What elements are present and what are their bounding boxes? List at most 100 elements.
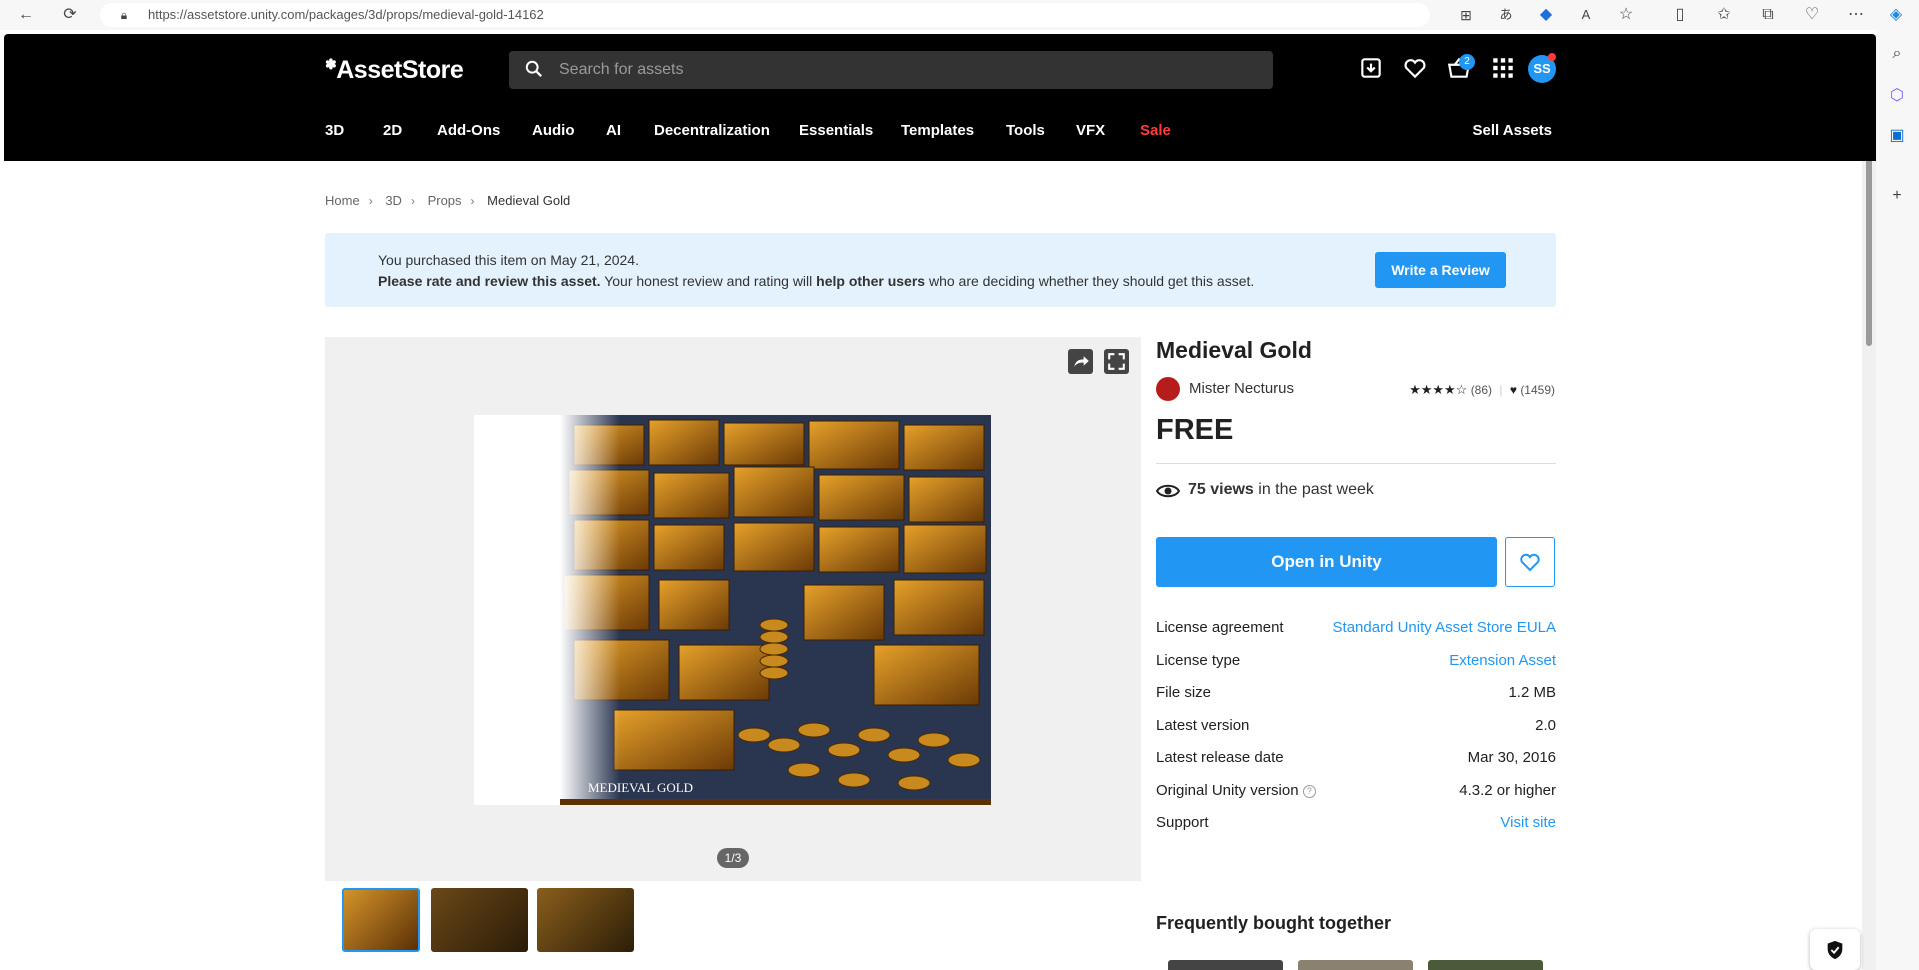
- favorites-icon[interactable]: ✩: [1714, 5, 1734, 25]
- more-menu-icon[interactable]: ⋯: [1846, 5, 1866, 25]
- nav-audio[interactable]: Audio: [532, 122, 575, 139]
- thumbnail-3[interactable]: [537, 888, 634, 952]
- search-icon: [525, 60, 542, 77]
- product-title: Medieval Gold: [1156, 337, 1312, 363]
- detail-label: License type: [1156, 652, 1241, 669]
- breadcrumb-props[interactable]: Props: [428, 193, 462, 208]
- address-bar[interactable]: 🔒︎ https://assetstore.unity.com/packages…: [100, 3, 1430, 27]
- search-input[interactable]: [559, 51, 1259, 89]
- lock-icon: 🔒︎: [120, 8, 128, 22]
- review-prompt: Please rate and review this asset. Your …: [378, 273, 1254, 289]
- add-to-favorites-button[interactable]: [1505, 537, 1555, 587]
- logo-text: AssetStore: [336, 56, 464, 84]
- cart-count-badge: 2: [1459, 54, 1475, 70]
- download-icon[interactable]: [1358, 55, 1384, 81]
- weekly-views: 75 views in the past week: [1188, 481, 1374, 499]
- bundle-item-1[interactable]: [1168, 960, 1283, 970]
- coupon-icon[interactable]: ◆: [1536, 5, 1556, 25]
- nav-ai[interactable]: AI: [606, 122, 621, 139]
- extension-icon[interactable]: ⬡: [1887, 86, 1907, 106]
- nav-add-ons[interactable]: Add-Ons: [437, 122, 500, 139]
- license-type-link[interactable]: Extension Asset: [1449, 652, 1556, 669]
- favorite-star-icon[interactable]: ☆: [1616, 5, 1636, 25]
- heart-icon[interactable]: [1402, 55, 1428, 81]
- detail-row-license-agreement: License agreement Standard Unity Asset St…: [1156, 619, 1556, 641]
- translate-icon[interactable]: あ: [1496, 5, 1516, 25]
- open-in-unity-button[interactable]: Open in Unity: [1156, 537, 1497, 587]
- detail-value: 2.0: [1535, 717, 1556, 734]
- help-icon[interactable]: ?: [1302, 784, 1316, 798]
- sell-assets-link[interactable]: Sell Assets: [1473, 122, 1553, 139]
- nav-templates[interactable]: Templates: [901, 122, 974, 139]
- fullscreen-button[interactable]: [1104, 349, 1129, 374]
- detail-row-latest-version: Latest version 2.0: [1156, 717, 1556, 739]
- apps-grid-icon[interactable]: [1490, 55, 1516, 81]
- gold-bars-image: MEDIEVAL GOLD: [560, 415, 991, 805]
- thumbnail-2[interactable]: [431, 888, 528, 952]
- views-text: in the past week: [1253, 481, 1374, 498]
- browser-toolbar: ← ⟳ 🔒︎ https://assetstore.unity.com/pack…: [0, 0, 1919, 30]
- bundle-item-2[interactable]: [1298, 960, 1413, 970]
- support-link[interactable]: Visit site: [1500, 814, 1556, 831]
- search-box[interactable]: [509, 51, 1273, 89]
- chevron-right-icon: ›: [470, 193, 475, 208]
- publisher-logo[interactable]: [1156, 377, 1180, 401]
- browser-essentials-icon[interactable]: ♡: [1802, 5, 1822, 25]
- divider: [1156, 463, 1556, 464]
- nav-3d[interactable]: 3D: [325, 122, 344, 139]
- nav-decentralization[interactable]: Decentralization: [654, 122, 770, 139]
- shield-check-icon: [1827, 940, 1843, 960]
- url-text: https://assetstore.unity.com/packages/3d…: [148, 7, 544, 22]
- favorite-count: (1459): [1520, 383, 1555, 397]
- nav-sale[interactable]: Sale: [1140, 122, 1171, 139]
- split-screen-icon[interactable]: ▯: [1670, 5, 1690, 25]
- review-prompt-bold-2: help other users: [816, 273, 926, 289]
- breadcrumb-3d[interactable]: 3D: [385, 193, 402, 208]
- license-agreement-link[interactable]: Standard Unity Asset Store EULA: [1333, 619, 1556, 636]
- add-icon[interactable]: +: [1887, 186, 1907, 206]
- detail-label: Latest version: [1156, 717, 1250, 734]
- app-icon[interactable]: ⊞: [1456, 5, 1476, 25]
- search-icon[interactable]: ⌕: [1887, 44, 1907, 64]
- main-product-image[interactable]: MEDIEVAL GOLD: [474, 415, 991, 805]
- write-review-button[interactable]: Write a Review: [1375, 252, 1506, 288]
- rating-stars[interactable]: ★★★★☆: [1409, 382, 1467, 397]
- rating-count[interactable]: (86): [1471, 383, 1492, 397]
- chevron-right-icon: ›: [368, 193, 373, 208]
- nav-tools[interactable]: Tools: [1006, 122, 1045, 139]
- breadcrumb-current: Medieval Gold: [487, 193, 571, 209]
- detail-label: License agreement: [1156, 619, 1284, 636]
- back-icon[interactable]: ←: [16, 5, 36, 25]
- detail-label: Original Unity version: [1156, 782, 1299, 799]
- read-aloud-icon[interactable]: A: [1576, 5, 1596, 25]
- share-icon: [1074, 356, 1089, 367]
- collections-icon[interactable]: ⧉: [1758, 5, 1778, 25]
- sidebar-rail: ⌕ ⬡ ▣ +: [1876, 30, 1919, 970]
- breadcrumb-home[interactable]: Home: [325, 193, 360, 208]
- scrollbar[interactable]: [1862, 62, 1876, 970]
- nav-2d[interactable]: 2D: [383, 122, 402, 139]
- nav-essentials[interactable]: Essentials: [799, 122, 873, 139]
- detail-row-unity-version: Original Unity version ? 4.3.2 or higher: [1156, 782, 1556, 804]
- publisher-name[interactable]: Mister Necturus: [1189, 380, 1294, 397]
- thumbnail-1[interactable]: [342, 888, 420, 952]
- outlook-icon[interactable]: ▣: [1887, 126, 1907, 146]
- copilot-icon[interactable]: ◈: [1886, 5, 1906, 25]
- detail-row-support: Support Visit site: [1156, 814, 1556, 836]
- review-prompt-text-2: who are deciding whether they should get…: [925, 273, 1255, 289]
- privacy-shield-button[interactable]: [1810, 929, 1860, 970]
- asset-store-logo[interactable]: ✽AssetStore: [325, 56, 464, 85]
- price: FREE: [1156, 414, 1234, 446]
- gallery-pager: 1/3: [717, 848, 749, 868]
- detail-label: Support: [1156, 814, 1209, 831]
- chevron-right-icon: ›: [410, 193, 415, 208]
- unity-logo-icon: ✽: [325, 56, 337, 72]
- nav-vfx[interactable]: VFX: [1076, 122, 1105, 139]
- share-button[interactable]: [1068, 349, 1093, 374]
- detail-value: Mar 30, 2016: [1467, 749, 1556, 766]
- detail-value: 4.3.2 or higher: [1459, 782, 1556, 799]
- bundle-item-3[interactable]: [1428, 960, 1543, 970]
- purchase-date-text: You purchased this item on May 21, 2024.: [378, 252, 639, 268]
- detail-row-file-size: File size 1.2 MB: [1156, 684, 1556, 706]
- refresh-icon[interactable]: ⟳: [60, 5, 80, 25]
